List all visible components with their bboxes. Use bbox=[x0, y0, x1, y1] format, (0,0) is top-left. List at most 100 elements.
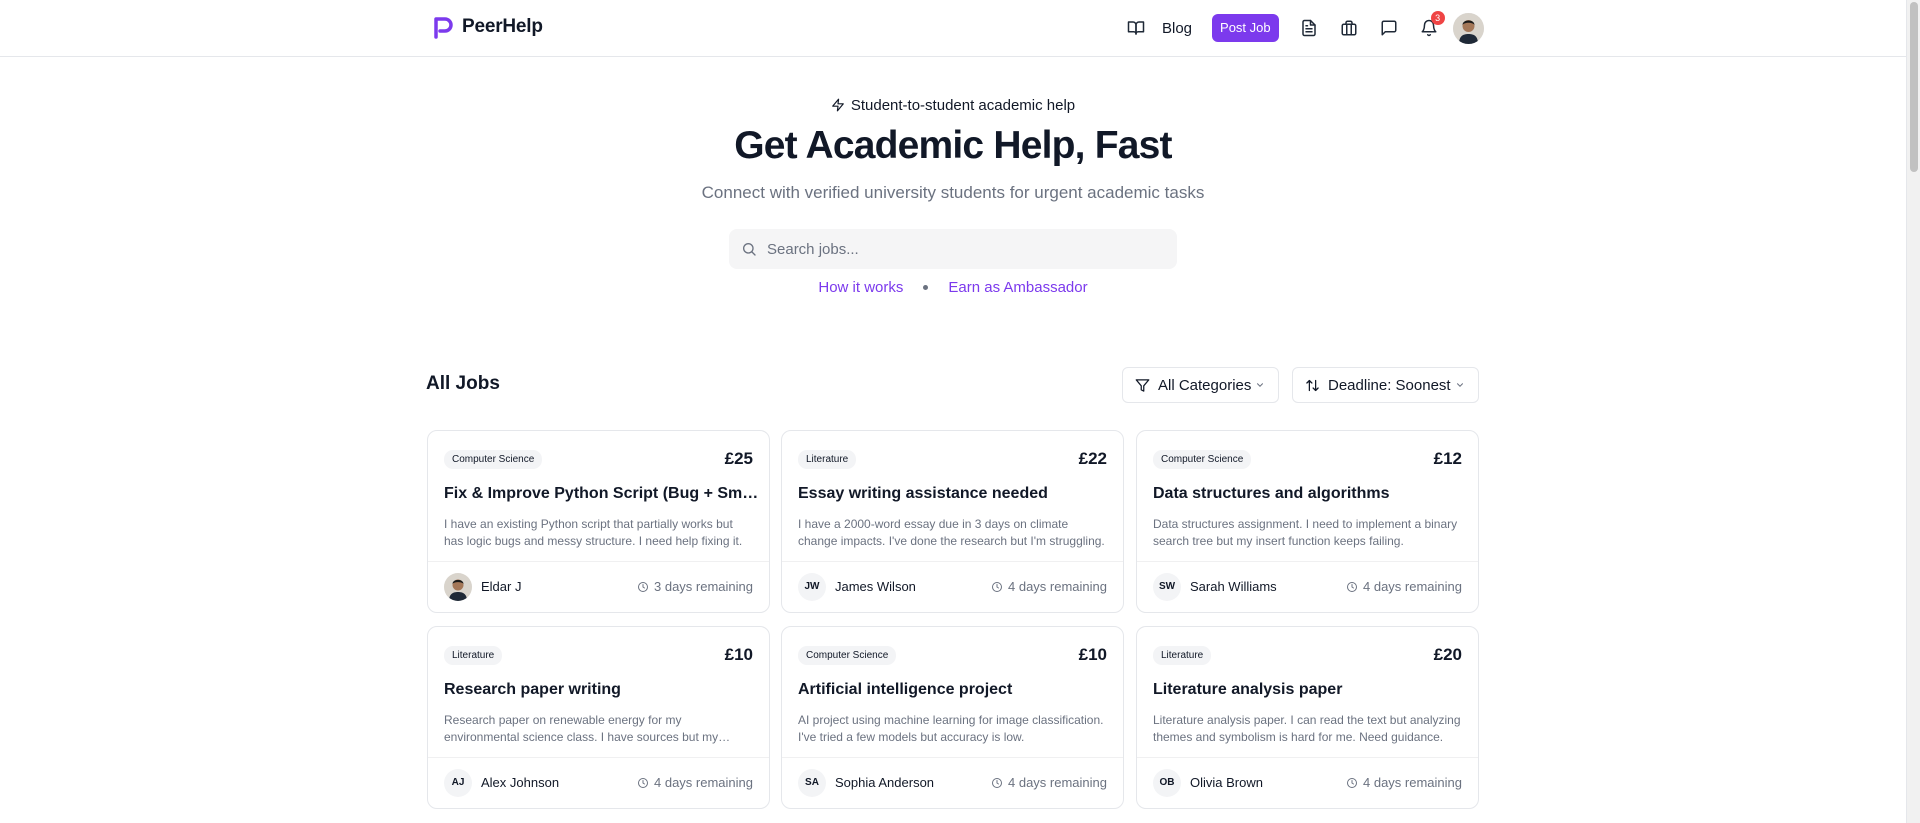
job-price: £10 bbox=[724, 645, 753, 664]
time-remaining: 4 days remaining bbox=[991, 775, 1107, 790]
time-remaining-text: 3 days remaining bbox=[654, 579, 753, 594]
card-footer: Eldar J 3 days remaining bbox=[428, 561, 769, 612]
card-footer: OB Olivia Brown 4 days remaining bbox=[1137, 757, 1478, 808]
hero-subtitle: Connect with verified university student… bbox=[701, 183, 1205, 202]
job-title: Fix & Improve Python Script (Bug + Small… bbox=[444, 485, 759, 502]
time-remaining: 4 days remaining bbox=[1346, 579, 1462, 594]
how-it-works-link[interactable]: How it works bbox=[818, 279, 903, 296]
job-description: I have a 2000-word essay due in 3 days o… bbox=[798, 517, 1105, 548]
job-title: Essay writing assistance needed bbox=[798, 485, 1048, 502]
post-job-button[interactable]: Post Job bbox=[1212, 14, 1279, 42]
time-remaining: 3 days remaining bbox=[637, 579, 753, 594]
search-input[interactable] bbox=[767, 240, 1147, 258]
clock-icon bbox=[992, 777, 1002, 788]
page-scrollbar[interactable] bbox=[1906, 0, 1920, 823]
job-price: £25 bbox=[724, 449, 753, 468]
separator-dot bbox=[923, 285, 929, 290]
hero-tagline-text: Student-to-student academic help bbox=[850, 97, 1076, 114]
search-icon bbox=[743, 243, 756, 256]
sort-icon bbox=[1306, 379, 1319, 391]
bolt-icon bbox=[832, 98, 844, 112]
category-badge: Literature bbox=[798, 450, 857, 469]
category-filter-label: All Categories bbox=[1158, 376, 1252, 394]
job-title: Data structures and algorithms bbox=[1153, 485, 1390, 502]
job-price: £22 bbox=[1078, 449, 1107, 468]
brand-name: PeerHelp bbox=[462, 16, 543, 37]
job-price: £20 bbox=[1433, 645, 1462, 664]
author-avatar: SW bbox=[1153, 573, 1181, 601]
category-filter-dropdown[interactable]: All Categories bbox=[1122, 367, 1279, 403]
scrollbar-thumb[interactable] bbox=[1910, 2, 1918, 172]
job-card[interactable]: Literature £20 Literature analysis paper… bbox=[1136, 626, 1479, 809]
top-navbar: PeerHelp Blog Post Job 3 bbox=[0, 0, 1906, 57]
card-footer: AJ Alex Johnson 4 days remaining bbox=[428, 757, 769, 808]
job-price: £10 bbox=[1078, 645, 1107, 664]
job-card[interactable]: Computer Science £25 Fix & Improve Pytho… bbox=[427, 430, 770, 613]
author-name: Sophia Anderson bbox=[835, 775, 935, 790]
category-badge: Literature bbox=[1153, 646, 1212, 665]
category-badge: Computer Science bbox=[798, 646, 897, 665]
earn-ambassador-link[interactable]: Earn as Ambassador bbox=[948, 279, 1087, 296]
author-name: Sarah Williams bbox=[1190, 579, 1277, 594]
card-footer: JW James Wilson 4 days remaining bbox=[782, 561, 1123, 612]
blog-link[interactable]: Blog bbox=[1162, 20, 1192, 37]
clock-icon bbox=[638, 581, 648, 592]
job-title: Artificial intelligence project bbox=[798, 681, 1013, 698]
job-description: Literature analysis paper. I can read th… bbox=[1153, 713, 1461, 744]
category-badge: Computer Science bbox=[1153, 450, 1252, 469]
author-name: Olivia Brown bbox=[1190, 775, 1263, 790]
job-card[interactable]: Literature £10 Research paper writing Re… bbox=[427, 626, 770, 809]
document-icon[interactable] bbox=[1299, 18, 1319, 38]
notification-count-badge: 3 bbox=[1430, 11, 1445, 25]
sort-label: Deadline: Soonest bbox=[1328, 376, 1451, 394]
author-name: James Wilson bbox=[835, 579, 916, 594]
card-footer: SW Sarah Williams 4 days remaining bbox=[1137, 561, 1478, 612]
job-card[interactable]: Computer Science £10 Artificial intellig… bbox=[781, 626, 1124, 809]
brand-link[interactable]: PeerHelp bbox=[432, 15, 543, 39]
chevron-down-icon bbox=[1257, 383, 1264, 387]
author-avatar bbox=[444, 573, 472, 601]
sort-dropdown[interactable]: Deadline: Soonest bbox=[1292, 367, 1479, 403]
filter-icon bbox=[1135, 378, 1150, 392]
job-description: AI project using machine learning for im… bbox=[798, 713, 1104, 744]
search-bar bbox=[729, 229, 1177, 269]
category-badge: Literature bbox=[444, 646, 503, 665]
nav-actions: Blog Post Job 3 bbox=[1126, 11, 1484, 44]
job-description: I have an existing Python script that pa… bbox=[444, 517, 743, 548]
author-avatar: JW bbox=[798, 573, 826, 601]
job-card[interactable]: Literature £22 Essay writing assistance … bbox=[781, 430, 1124, 613]
time-remaining-text: 4 days remaining bbox=[1363, 579, 1462, 594]
clock-icon bbox=[638, 777, 648, 788]
clock-icon bbox=[1347, 581, 1357, 592]
time-remaining-text: 4 days remaining bbox=[1363, 775, 1462, 790]
job-title: Research paper writing bbox=[444, 681, 621, 698]
author-avatar: AJ bbox=[444, 769, 472, 797]
time-remaining-text: 4 days remaining bbox=[1008, 579, 1107, 594]
book-icon[interactable] bbox=[1126, 18, 1146, 38]
author-avatar: OB bbox=[1153, 769, 1181, 797]
job-card[interactable]: Computer Science £12 Data structures and… bbox=[1136, 430, 1479, 613]
briefcase-icon[interactable] bbox=[1339, 18, 1359, 38]
job-price: £12 bbox=[1433, 449, 1462, 468]
time-remaining-text: 4 days remaining bbox=[1008, 775, 1107, 790]
notifications-button[interactable]: 3 bbox=[1419, 11, 1445, 38]
category-badge: Computer Science bbox=[444, 450, 543, 469]
section-title: All Jobs bbox=[426, 373, 500, 394]
time-remaining: 4 days remaining bbox=[1346, 775, 1462, 790]
hero-tagline: Student-to-student academic help bbox=[0, 97, 1906, 114]
hero-links: How it works Earn as Ambassador bbox=[0, 279, 1906, 296]
clock-icon bbox=[1347, 777, 1357, 788]
job-description: Research paper on renewable energy for m… bbox=[444, 713, 719, 744]
author-name: Alex Johnson bbox=[481, 775, 560, 790]
peerhelp-logo-icon bbox=[434, 17, 453, 39]
job-title: Literature analysis paper bbox=[1153, 681, 1343, 698]
user-avatar[interactable] bbox=[1452, 12, 1484, 44]
job-description: Data structures assignment. I need to im… bbox=[1153, 517, 1458, 548]
hero-title: Get Academic Help, Fast bbox=[734, 124, 1172, 167]
author-name: Eldar J bbox=[481, 579, 522, 594]
card-footer: SA Sophia Anderson 4 days remaining bbox=[782, 757, 1123, 808]
time-remaining: 4 days remaining bbox=[991, 579, 1107, 594]
time-remaining: 4 days remaining bbox=[637, 775, 753, 790]
chevron-down-icon bbox=[1456, 383, 1463, 387]
message-icon[interactable] bbox=[1379, 18, 1399, 38]
